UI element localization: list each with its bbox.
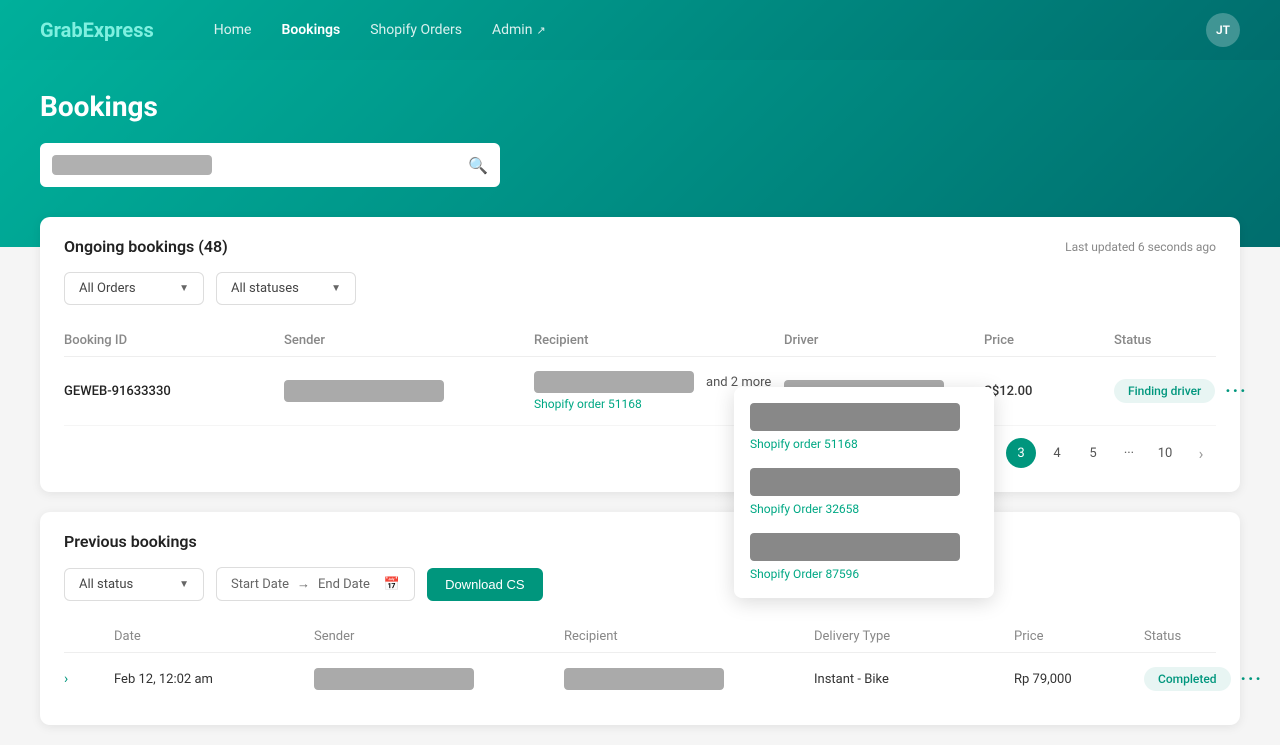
expand-icon[interactable]: › xyxy=(64,671,114,687)
search-pill xyxy=(52,155,212,175)
logo-express: Express xyxy=(83,18,154,42)
col-sender: Sender xyxy=(314,629,564,644)
table-header: Booking ID Sender Recipient Driver Price… xyxy=(64,325,1216,357)
main-nav: Home Bookings Shopify Orders Admin ↗ xyxy=(214,22,1206,38)
col-recipient: Recipient xyxy=(534,333,784,348)
tooltip-bar-3 xyxy=(750,533,960,561)
filter-prev-status[interactable]: All status ▼ xyxy=(64,568,204,601)
page-title: Bookings xyxy=(40,90,1240,123)
avatar[interactable]: JT xyxy=(1206,13,1240,47)
previous-title: Previous bookings xyxy=(64,532,197,551)
prev-more-options-button[interactable]: ··· xyxy=(1241,669,1263,690)
ongoing-table: Booking ID Sender Recipient Driver Price… xyxy=(64,325,1216,426)
tooltip-shopify-link-2[interactable]: Shopify Order 32658 xyxy=(750,502,859,516)
prev-sender-pill xyxy=(314,668,474,690)
col-recipient: Recipient xyxy=(564,629,814,644)
previous-card-header: Previous bookings xyxy=(64,532,1216,551)
col-status: Status xyxy=(1144,629,1280,644)
prev-price: Rp 79,000 xyxy=(1014,672,1144,687)
external-link-icon: ↗ xyxy=(536,24,545,37)
nav-bookings[interactable]: Bookings xyxy=(281,22,340,38)
tooltip-shopify-link-3[interactable]: Shopify Order 87596 xyxy=(750,567,859,581)
sender-cell xyxy=(284,380,534,402)
table-row: GEWEB-91633330 and 2 more Shopify order … xyxy=(64,357,1216,426)
header: GrabExpress Home Bookings Shopify Orders… xyxy=(0,0,1280,60)
prev-date: Feb 12, 12:02 am xyxy=(114,672,314,687)
date-range-filter[interactable]: Start Date → End Date 📅 xyxy=(216,567,415,601)
page-btn-5[interactable]: 5 xyxy=(1078,438,1108,468)
col-price: Price xyxy=(984,333,1114,348)
pagination: 2 3 4 5 ··· 10 › xyxy=(64,426,1216,472)
prev-recipient-cell xyxy=(564,668,814,690)
tooltip-item-3: Shopify Order 87596 xyxy=(750,533,978,582)
last-updated: Last updated 6 seconds ago xyxy=(1065,240,1216,254)
tooltip-bar-1 xyxy=(750,403,960,431)
col-delivery-type: Delivery Type xyxy=(814,629,1014,644)
ongoing-filters: All Orders ▼ All statuses ▼ xyxy=(64,272,1216,305)
recipient-tooltip: Shopify order 51168 Shopify Order 32658 … xyxy=(734,387,994,598)
calendar-icon: 📅 xyxy=(384,577,400,592)
tooltip-item-2: Shopify Order 32658 xyxy=(750,468,978,517)
ongoing-card-header: Ongoing bookings (48) Last updated 6 sec… xyxy=(64,237,1216,256)
nav-home[interactable]: Home xyxy=(214,22,252,38)
page-btn-4[interactable]: 4 xyxy=(1042,438,1072,468)
prev-table-header: Date Sender Recipient Delivery Type Pric… xyxy=(64,621,1216,653)
filter-all-orders[interactable]: All Orders ▼ xyxy=(64,272,204,305)
search-bar: 🔍 xyxy=(40,143,500,187)
col-sender: Sender xyxy=(284,333,534,348)
nav-shopify[interactable]: Shopify Orders xyxy=(370,22,462,38)
status-badge: Finding driver xyxy=(1114,379,1215,403)
status-cell: Finding driver ··· xyxy=(1114,379,1280,403)
previous-table: Date Sender Recipient Delivery Type Pric… xyxy=(64,621,1216,705)
prev-delivery-type: Instant - Bike xyxy=(814,672,1014,687)
recipient-pill xyxy=(534,371,694,393)
more-options-button[interactable]: ··· xyxy=(1225,381,1247,402)
sender-avatar xyxy=(284,380,444,402)
end-date: End Date xyxy=(318,577,370,592)
ongoing-title: Ongoing bookings (48) xyxy=(64,237,228,256)
prev-status-cell: Completed ··· xyxy=(1144,667,1280,691)
previous-filters: All status ▼ Start Date → End Date 📅 Dow… xyxy=(64,567,1216,601)
col-status: Status xyxy=(1114,333,1280,348)
nav-admin[interactable]: Admin ↗ xyxy=(492,22,546,38)
prev-sender-cell xyxy=(314,668,564,690)
tooltip-shopify-link-1[interactable]: Shopify order 51168 xyxy=(750,437,858,451)
page-btn-ellipsis: ··· xyxy=(1114,438,1144,468)
logo: GrabExpress xyxy=(40,18,154,42)
chevron-down-icon: ▼ xyxy=(179,283,189,294)
booking-id: GEWEB-91633330 xyxy=(64,384,284,399)
tooltip-item-1: Shopify order 51168 xyxy=(750,403,978,452)
logo-grab: Grab xyxy=(40,18,83,42)
download-csv-button[interactable]: Download CS xyxy=(427,568,543,601)
tooltip-bar-2 xyxy=(750,468,960,496)
prev-status-badge: Completed xyxy=(1144,667,1231,691)
ongoing-bookings-card: Ongoing bookings (48) Last updated 6 sec… xyxy=(40,217,1240,492)
chevron-down-icon: ▼ xyxy=(331,283,341,294)
arrow-icon: → xyxy=(297,576,310,592)
page-btn-3[interactable]: 3 xyxy=(1006,438,1036,468)
col-price: Price xyxy=(1014,629,1144,644)
col-expand xyxy=(64,629,114,644)
search-icon[interactable]: 🔍 xyxy=(468,156,488,175)
col-booking-id: Booking ID xyxy=(64,333,284,348)
chevron-down-icon: ▼ xyxy=(179,579,189,590)
page-btn-10[interactable]: 10 xyxy=(1150,438,1180,468)
prev-recipient-pill xyxy=(564,668,724,690)
main-content: Ongoing bookings (48) Last updated 6 sec… xyxy=(0,217,1280,725)
page-next-button[interactable]: › xyxy=(1186,438,1216,468)
col-driver: Driver xyxy=(784,333,984,348)
prev-table-row: › Feb 12, 12:02 am Instant - Bike Rp 79,… xyxy=(64,653,1216,705)
previous-bookings-card: Previous bookings All status ▼ Start Dat… xyxy=(40,512,1240,725)
price-cell: S$12.00 xyxy=(984,384,1114,399)
start-date: Start Date xyxy=(231,577,289,592)
filter-all-statuses[interactable]: All statuses ▼ xyxy=(216,272,356,305)
col-date: Date xyxy=(114,629,314,644)
